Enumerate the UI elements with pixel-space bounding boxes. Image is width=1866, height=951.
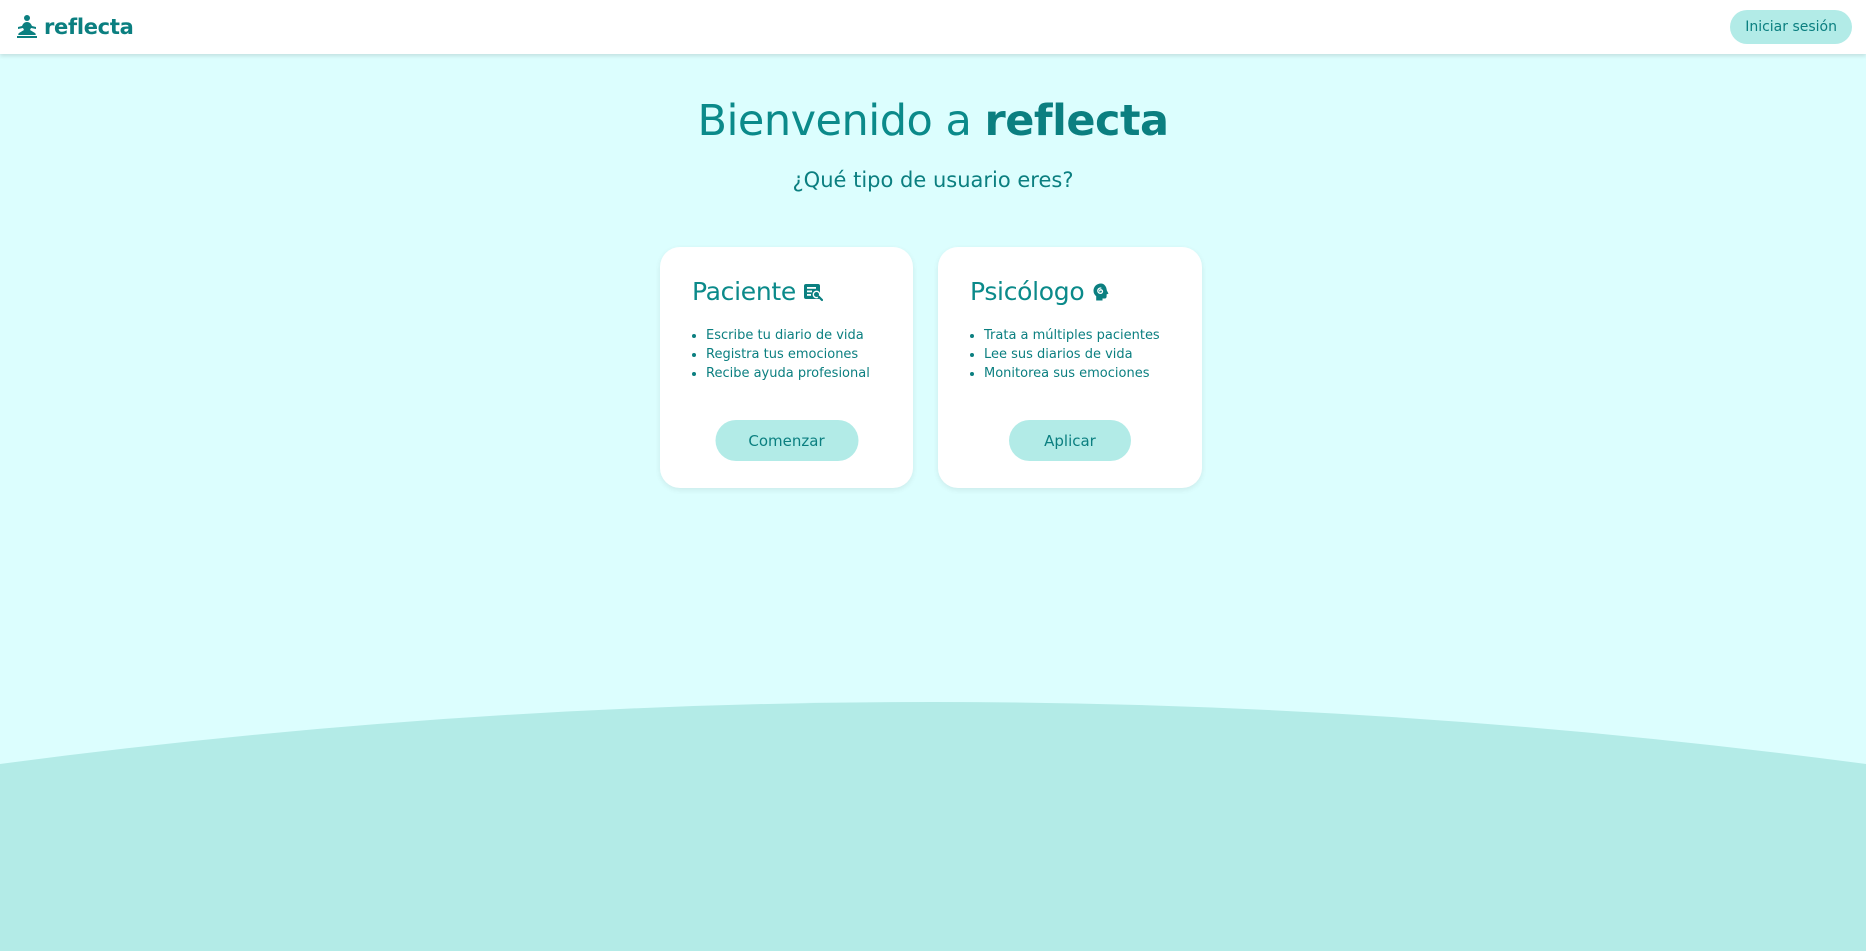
list-item: Recibe ayuda profesional — [706, 364, 881, 383]
brand-name: reflecta — [44, 15, 134, 39]
list-item: Registra tus emociones — [706, 345, 881, 364]
patient-card-title-text: Paciente — [692, 277, 796, 306]
brand-logo[interactable]: reflecta — [14, 14, 134, 40]
head-psychology-icon — [1093, 283, 1109, 300]
psychologist-feature-list: Trata a múltiples pacientes Lee sus diar… — [970, 326, 1170, 383]
patient-card-title: Paciente — [692, 277, 881, 306]
user-type-cards: Paciente Escribe tu diario de vida Regis… — [0, 247, 1866, 492]
start-button[interactable]: Comenzar — [715, 420, 858, 461]
main-content: Bienvenido a reflecta ¿Qué tipo de usuar… — [0, 54, 1866, 488]
page-title-brand: reflecta — [984, 96, 1170, 146]
background-wave — [0, 702, 1866, 951]
page-title-prefix: Bienvenido a — [697, 96, 985, 146]
psychologist-card-title: Psicólogo — [970, 277, 1170, 306]
journal-search-icon — [803, 283, 823, 301]
top-navbar: reflecta Iniciar sesión — [0, 0, 1866, 54]
psychologist-card: Psicólogo Trata a múltiples pacientes Le… — [938, 247, 1202, 488]
list-item: Trata a múltiples pacientes — [984, 326, 1170, 345]
apply-button[interactable]: Aplicar — [1009, 420, 1131, 461]
meditation-person-icon — [17, 15, 37, 38]
patient-card: Paciente Escribe tu diario de vida Regis… — [660, 247, 913, 488]
login-button[interactable]: Iniciar sesión — [1730, 10, 1852, 44]
page-subtitle: ¿Qué tipo de usuario eres? — [792, 168, 1074, 192]
psychologist-card-title-text: Psicólogo — [970, 277, 1085, 306]
page-title: Bienvenido a reflecta — [0, 96, 1866, 146]
list-item: Lee sus diarios de vida — [984, 345, 1170, 364]
patient-feature-list: Escribe tu diario de vida Registra tus e… — [692, 326, 881, 383]
list-item: Escribe tu diario de vida — [706, 326, 881, 345]
list-item: Monitorea sus emociones — [984, 364, 1170, 383]
